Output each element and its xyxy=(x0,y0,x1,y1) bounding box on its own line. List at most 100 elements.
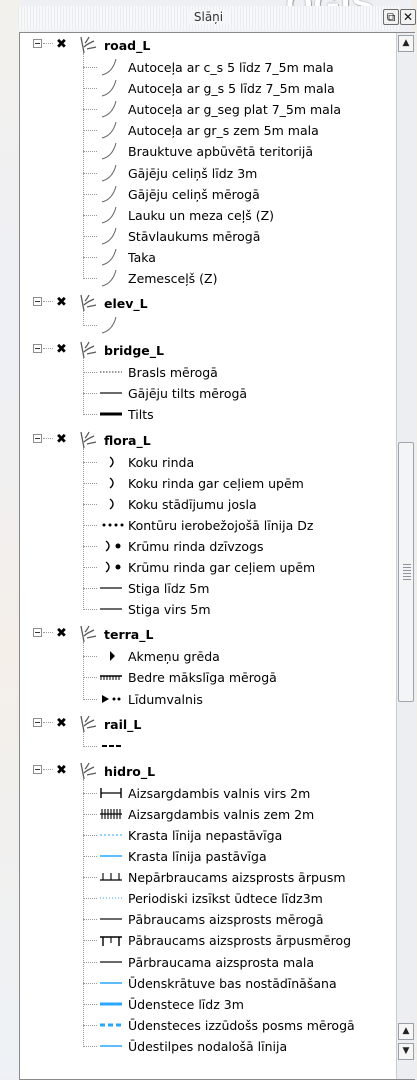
layer-group-hidro-l[interactable]: ✖ hidro_L xyxy=(20,761,395,781)
float-button[interactable]: ⧉ xyxy=(383,9,399,25)
curve-symbol-icon xyxy=(98,247,124,267)
tree-connector xyxy=(83,151,97,153)
layer-group-road-l[interactable]: ✖ road_L xyxy=(20,35,395,55)
visibility-checkbox[interactable]: ✖ xyxy=(55,296,68,309)
collapse-icon[interactable] xyxy=(33,433,42,443)
legend-item-label: Autoceļa ar gr_s zem 5m mala xyxy=(128,123,319,139)
legend-item[interactable]: Stiga līdz 5m xyxy=(20,578,395,598)
scroll-up-button[interactable]: ▲ xyxy=(398,35,414,52)
blue-thin-symbol-icon xyxy=(98,1036,124,1056)
legend-item[interactable]: Pābraucams aizsprosts ārpusmērog xyxy=(20,930,395,950)
tree-connector xyxy=(83,588,97,590)
legend-item[interactable]: Krasta līnija nepastāvīga xyxy=(20,825,395,845)
layer-name: rail_L xyxy=(104,716,142,732)
ticks-up-symbol-icon xyxy=(98,867,124,887)
legend-item[interactable]: Bedre mākslīga mērogā xyxy=(20,667,395,687)
layer-name: elev_L xyxy=(104,296,148,312)
visibility-checkbox[interactable]: ✖ xyxy=(55,343,68,356)
layer-group-flora-l[interactable]: ✖ flora_L xyxy=(20,430,395,450)
tree-connector xyxy=(43,721,53,723)
legend-item-label: Brasls mērogā xyxy=(128,365,218,381)
legend-item[interactable]: Gājēju tilts mērogā xyxy=(20,383,395,403)
collapse-icon[interactable] xyxy=(33,628,42,638)
legend-item[interactable]: Koku rinda xyxy=(20,452,395,472)
legend-item[interactable]: Tilts xyxy=(20,404,395,424)
visibility-checkbox[interactable]: ✖ xyxy=(55,627,68,640)
legend-item[interactable] xyxy=(20,315,395,335)
legend-item[interactable]: Kontūru ierobežojošā līnija Dz xyxy=(20,515,395,535)
legend-item[interactable]: Ūdensteces izzūdošs posms mērogā xyxy=(20,1015,395,1035)
tree-connector xyxy=(83,731,84,747)
legend-item[interactable]: Krūmu rinda gar ceļiem upēm xyxy=(20,557,395,577)
tree-connector xyxy=(83,524,97,526)
collapse-icon[interactable] xyxy=(33,344,42,354)
collapse-icon[interactable] xyxy=(33,764,42,774)
legend-item[interactable]: Krasta līnija pastāvīga xyxy=(20,846,395,866)
legend-item[interactable]: Koku rinda gar ceļiem upēm xyxy=(20,473,395,493)
legend-item[interactable]: Brasls mērogā xyxy=(20,362,395,382)
visibility-checkbox[interactable]: ✖ xyxy=(55,38,68,51)
tree-connector xyxy=(83,813,97,815)
legend-item[interactable]: Stiga virs 5m xyxy=(20,599,395,619)
blue-dashed-symbol-icon xyxy=(98,825,124,845)
tree-connector xyxy=(83,642,84,700)
legend-item[interactable]: Ūdenskrātuve bas nostādīnāšana xyxy=(20,973,395,993)
curve-symbol-icon xyxy=(98,57,124,77)
layer-group-bridge-l[interactable]: ✖ bridge_L xyxy=(20,340,395,360)
legend-item[interactable]: Periodiski izsīkst ūdtece līdz3m xyxy=(20,888,395,908)
visibility-checkbox[interactable]: ✖ xyxy=(55,433,68,446)
thin-line-symbol-icon xyxy=(98,952,124,972)
legend-item-label: Zemesceļš (Z) xyxy=(128,271,218,286)
arrow-up-icon: ▲ xyxy=(402,38,410,48)
legend-item-label: Stāvlaukums mērogā xyxy=(128,228,261,244)
legend-item[interactable]: Taka xyxy=(20,247,395,267)
tree-connector xyxy=(43,632,53,634)
legend-item[interactable]: Lauku un meza ceļš (Z) xyxy=(20,205,395,225)
legend-item[interactable]: Nepārbraucams aizsprosts ārpusm xyxy=(20,867,395,887)
legend-item[interactable]: Pābraucams aizsprosts mērogā xyxy=(20,909,395,929)
legend-item[interactable]: Pārbraucama aizsprosta mala xyxy=(20,952,395,972)
legend-item[interactable]: Līdumvalnis xyxy=(20,689,395,709)
curve-symbol-icon xyxy=(98,315,124,335)
layer-group-terra-l[interactable]: ✖ terra_L xyxy=(20,624,395,644)
visibility-checkbox[interactable]: ✖ xyxy=(55,764,68,777)
legend-item[interactable]: Ūdestilpes nodalošā līnija xyxy=(20,1036,395,1056)
legend-item[interactable] xyxy=(20,736,395,756)
collapse-icon[interactable] xyxy=(33,297,42,307)
panel-titlebar[interactable]: Slāņi xyxy=(18,6,399,30)
legend-item[interactable]: Stāvlaukums mērogā xyxy=(20,226,395,246)
tree-connector xyxy=(83,940,97,942)
collapse-icon[interactable] xyxy=(33,717,42,727)
scroll-thumb[interactable] xyxy=(398,442,414,703)
layer-group-elev-l[interactable]: ✖ elev_L xyxy=(20,293,395,313)
legend-item[interactable]: Brauktuve apbūvētā teritorijā xyxy=(20,141,395,161)
legend-item[interactable]: Zemesceļš (Z) xyxy=(20,268,395,288)
legend-item[interactable]: Autoceļa ar gr_s zem 5m mala xyxy=(20,120,395,140)
legend-item[interactable]: Aizsargdambis valnis zem 2m xyxy=(20,804,395,824)
legend-item[interactable]: Autoceļa ar g_seg plat 7_5m mala xyxy=(20,99,395,119)
tree-connector xyxy=(83,698,97,700)
tree-connector xyxy=(83,372,97,374)
legend-item[interactable]: Aizsargdambis valnis virs 2m xyxy=(20,783,395,803)
tree-connector xyxy=(43,768,53,770)
legend-item[interactable]: Ūdenstece līdz 3m xyxy=(20,994,395,1014)
legend-item-label: Kontūru ierobežojošā līnija Dz xyxy=(128,517,314,533)
bracket-dot-symbol-icon xyxy=(98,536,124,556)
tree-connector xyxy=(83,482,97,484)
legend-item[interactable]: Akmeņu grēda xyxy=(20,646,395,666)
legend-item[interactable]: Gājēju celiņš līdz 3m xyxy=(20,163,395,183)
scroll-up-button-bottom[interactable]: ▲ xyxy=(398,1023,414,1040)
close-button[interactable]: ✕ xyxy=(400,9,416,25)
legend-item[interactable]: Gājēju celiņš mērogā xyxy=(20,184,395,204)
legend-item-label: Aizsargdambis valnis zem 2m xyxy=(128,806,315,822)
visibility-checkbox[interactable]: ✖ xyxy=(55,717,68,730)
vertical-scrollbar[interactable]: ▲ ▲ ▼ xyxy=(396,33,415,1079)
legend-item[interactable]: Koku stādījumu josla xyxy=(20,494,395,514)
arrow-down-icon: ▼ xyxy=(402,1046,410,1056)
legend-item[interactable]: Krūmu rinda dzīvzogs xyxy=(20,536,395,556)
layer-group-rail-l[interactable]: ✖ rail_L xyxy=(20,714,395,734)
legend-item[interactable]: Autoceļa ar g_s 5 līdz 7_5m mala xyxy=(20,78,395,98)
scroll-down-button[interactable]: ▼ xyxy=(398,1043,414,1060)
collapse-icon[interactable] xyxy=(33,39,42,48)
legend-item[interactable]: Autoceļa ar c_s 5 līdz 7_5m mala xyxy=(20,57,395,77)
